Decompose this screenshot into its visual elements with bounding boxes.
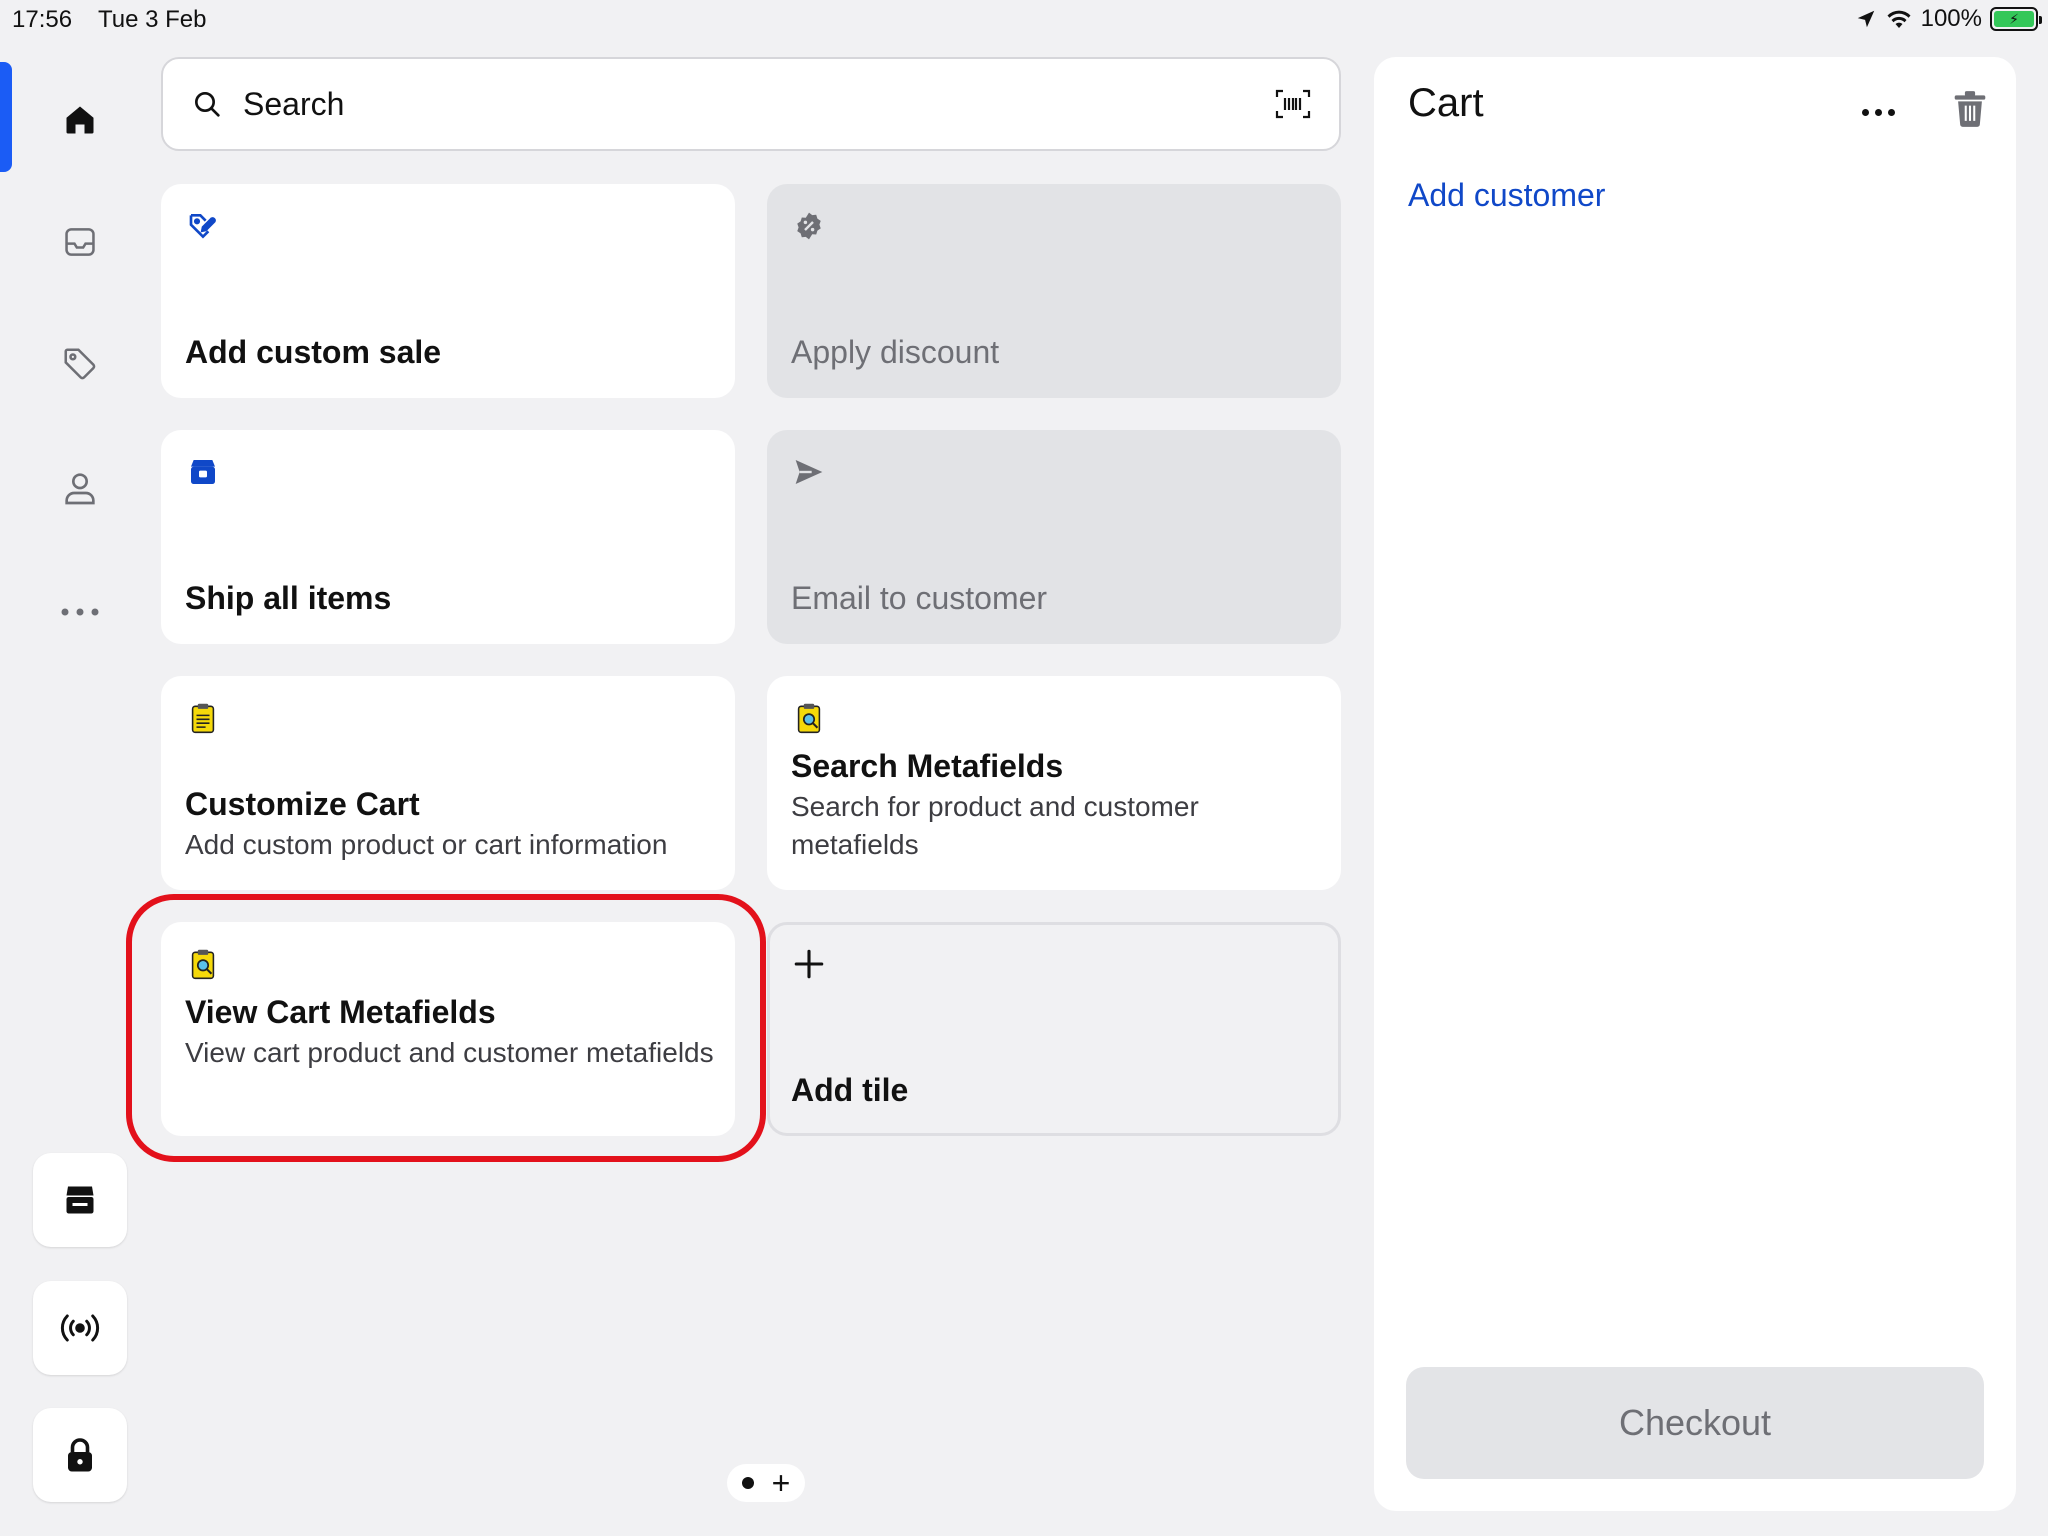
tile-title: Ship all items [185, 580, 392, 616]
tile-title: Apply discount [791, 334, 1000, 370]
tile-email-to-customer[interactable]: Email to customer [767, 430, 1341, 644]
search-bar[interactable]: Search [161, 57, 1341, 151]
tile-title: Add custom sale [185, 334, 442, 370]
clipboard-icon [185, 700, 221, 736]
clipboard-search-icon [791, 700, 827, 736]
home-icon [66, 106, 94, 134]
status-date: Tue 3 Feb [98, 6, 207, 33]
person-icon [65, 473, 95, 505]
more-horizontal-icon[interactable] [1848, 97, 1908, 127]
tag-edit-icon [185, 208, 221, 244]
tile-title: Search Metafields [791, 748, 1064, 784]
tag-icon [64, 348, 96, 380]
tile-title: Email to customer [791, 580, 1048, 616]
tile-search-metafields[interactable]: Search Metafields Search for product and… [767, 676, 1341, 890]
add-page-icon[interactable]: + [772, 1467, 791, 1499]
send-icon [791, 454, 827, 490]
page-indicator[interactable]: + [727, 1464, 805, 1502]
store-button[interactable] [33, 1153, 127, 1247]
page-dot[interactable] [741, 1477, 754, 1489]
tile-add-custom-sale[interactable]: Add custom sale [161, 184, 735, 398]
cart-title: Cart [1408, 81, 1484, 125]
wifi-icon [1887, 10, 1911, 28]
sidebar-item-home[interactable] [50, 90, 110, 150]
tile-ship-all-items[interactable]: Ship all items [161, 430, 735, 644]
location-arrow-icon [1857, 10, 1874, 28]
sidebar-item-orders[interactable] [50, 212, 110, 272]
inbox-icon [65, 228, 95, 256]
package-icon [185, 454, 221, 490]
more-horizontal-icon [61, 608, 99, 616]
status-bar: 17:56 Tue 3 Feb 100% ⚡ [0, 0, 2048, 40]
battery-icon: ⚡ [1990, 7, 2042, 31]
battery-percent: 100% [1920, 5, 1982, 32]
checkout-button[interactable]: Checkout [1406, 1367, 1984, 1479]
discount-badge-icon [791, 208, 827, 244]
barcode-scan-icon[interactable] [1275, 88, 1311, 120]
add-customer-link[interactable]: Add customer [1408, 177, 1605, 214]
tile-add-tile[interactable]: Add tile [767, 922, 1341, 1136]
plus-icon [791, 946, 827, 982]
trash-icon[interactable] [1946, 83, 1994, 135]
tile-subtitle: Search for product and customer metafiel… [791, 791, 1199, 860]
connectivity-button[interactable] [33, 1281, 127, 1375]
lock-button[interactable] [33, 1408, 127, 1502]
tile-subtitle: Add custom product or cart information [185, 829, 668, 860]
search-icon [195, 92, 220, 117]
store-icon [66, 1186, 94, 1214]
nav-active-indicator [0, 62, 12, 172]
tile-customize-cart[interactable]: Customize Cart Add custom product or car… [161, 676, 735, 890]
sidebar-item-products[interactable] [50, 334, 110, 394]
sidebar-item-customers[interactable] [50, 458, 110, 518]
status-right: 100% ⚡ [1855, 5, 2042, 33]
cart-panel: Cart Add customer Checkout [1374, 57, 2016, 1511]
tile-title: Add tile [791, 1072, 909, 1108]
tile-apply-discount[interactable]: Apply discount [767, 184, 1341, 398]
tile-title: Customize Cart [185, 786, 420, 822]
search-input[interactable]: Search [243, 86, 1275, 123]
status-time: 17:56 [12, 6, 73, 33]
highlight-outline [126, 894, 766, 1162]
sidebar-item-more[interactable] [50, 582, 110, 642]
lock-icon [68, 1438, 92, 1472]
broadcast-icon [60, 1314, 100, 1342]
